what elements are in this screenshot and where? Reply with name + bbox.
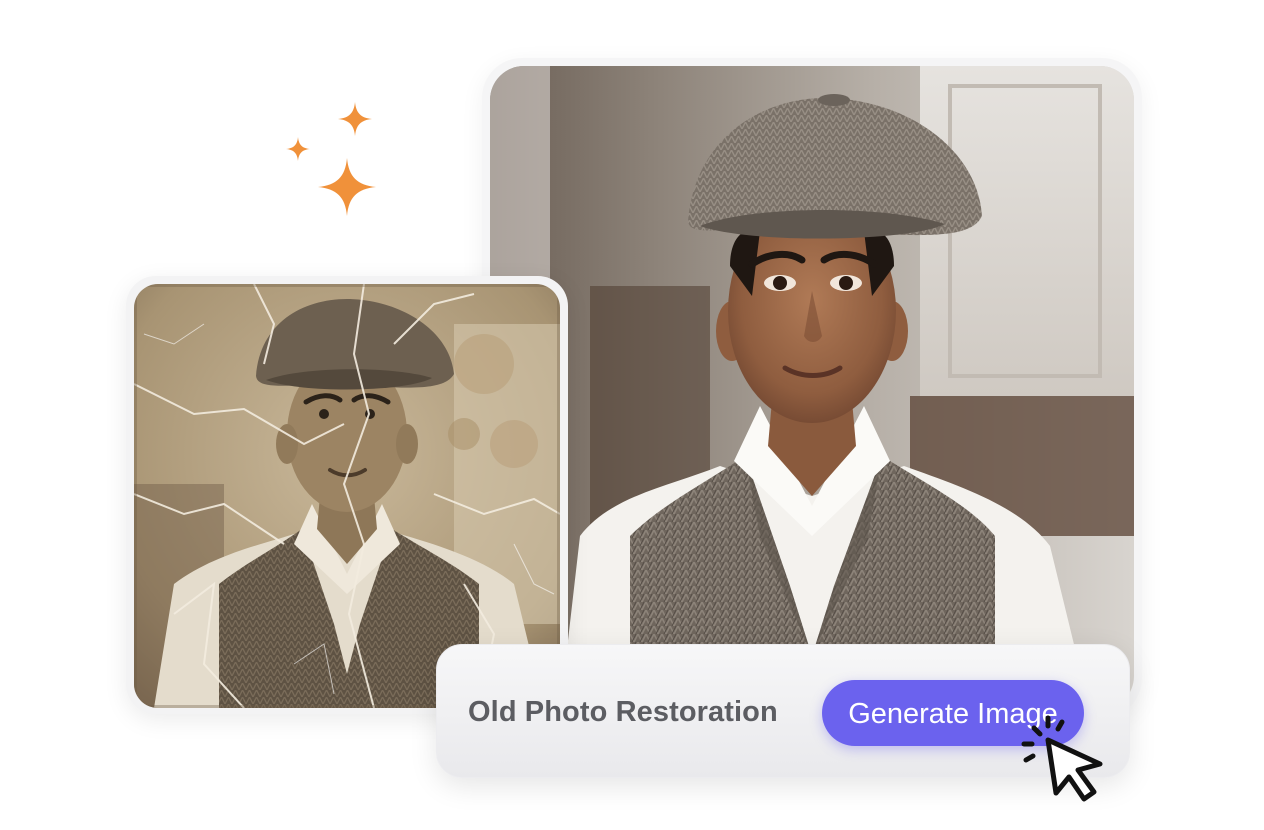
restored-photo: [490, 66, 1134, 710]
sparkle-icon-large: [318, 158, 376, 216]
sparkle-icon-small-left: [286, 137, 310, 161]
photo-restoration-hero: Old Photo Restoration Generate Image: [0, 0, 1264, 830]
restored-portrait-image: [490, 66, 1134, 710]
feature-title: Old Photo Restoration: [468, 696, 778, 728]
cursor-click-icon: [1021, 715, 1103, 802]
sparkle-icon-small-top: [338, 102, 372, 136]
